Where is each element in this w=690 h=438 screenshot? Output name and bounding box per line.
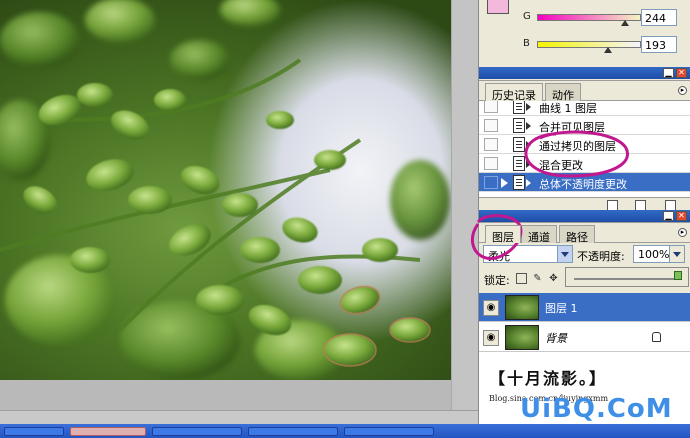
history-item-label: 通过拷贝的图层 [539, 140, 616, 153]
palette-menu-icon[interactable]: ▸ [678, 228, 687, 237]
history-state-icon [513, 175, 525, 190]
canvas-horizontal-scrollbar[interactable] [0, 410, 478, 424]
taskbar-item[interactable] [152, 427, 242, 436]
brand-title: 【十月流影。】 [489, 369, 608, 388]
g-slider-row: G 244 [517, 9, 687, 27]
history-item[interactable]: 通过拷贝的图层 [479, 135, 690, 154]
taskbar-item[interactable] [70, 427, 146, 436]
history-state-marker-icon[interactable] [501, 178, 508, 188]
history-snapshot-box[interactable] [484, 157, 498, 170]
history-panel: 历史记录 动作 ▸ 曲线 1 图层 合并可见图层 通过拷贝的图层 混合更改 总体… [479, 80, 690, 213]
b-value-field[interactable]: 193 [641, 36, 677, 53]
history-state-icon [513, 118, 525, 133]
tab-layers[interactable]: 图层 [485, 225, 521, 244]
taskbar [0, 424, 690, 438]
tab-history[interactable]: 历史记录 [485, 83, 543, 102]
taskbar-item[interactable] [248, 427, 338, 436]
taskbar-item[interactable] [4, 427, 64, 436]
g-slider-thumb[interactable] [621, 20, 629, 26]
b-slider-thumb[interactable] [604, 47, 612, 53]
blend-mode-value: 柔光 [488, 250, 510, 263]
tab-channels[interactable]: 通道 [521, 225, 557, 244]
history-step-arrow-icon [526, 160, 531, 168]
taskbar-item[interactable] [344, 427, 434, 436]
b-label: B [523, 38, 530, 49]
canvas-vertical-gutter [451, 0, 478, 410]
lock-position-move-icon[interactable]: ✥ [548, 273, 559, 284]
history-step-arrow-icon [526, 122, 531, 130]
history-list: 曲线 1 图层 合并可见图层 通过拷贝的图层 混合更改 总体不透明度更改 [479, 99, 690, 197]
close-icon[interactable]: ✕ [676, 211, 687, 221]
chevron-down-icon[interactable] [557, 246, 572, 262]
b-slider-row: B 193 [517, 36, 687, 54]
history-state-icon [513, 137, 525, 152]
tab-paths[interactable]: 路径 [559, 225, 595, 244]
history-palette-titlebar[interactable]: ▁ ✕ [479, 67, 690, 79]
history-item-label: 混合更改 [539, 159, 583, 172]
photoshop-window: G 244 B 193 ▁ ✕ 历史记录 动作 ▸ 曲线 1 图层 合并可见图层… [0, 0, 690, 438]
opacity-input[interactable]: 100% [633, 245, 685, 263]
layer-thumbnail [505, 325, 539, 350]
opacity-value: 100% [638, 248, 670, 261]
layer-name: 图层 1 [545, 302, 578, 315]
close-icon[interactable]: ✕ [676, 68, 687, 78]
layers-tabs: 图层 通道 路径 ▸ [479, 223, 690, 244]
opacity-label: 不透明度: [577, 250, 625, 263]
panel-dock: G 244 B 193 ▁ ✕ 历史记录 动作 ▸ 曲线 1 图层 合并可见图层… [478, 0, 690, 438]
history-item-label: 曲线 1 图层 [539, 102, 597, 115]
layer-name: 背景 [545, 332, 567, 345]
layers-palette-titlebar[interactable]: ▁ ✕ [479, 210, 690, 222]
opacity-slider-track[interactable] [574, 278, 680, 280]
document-canvas-image[interactable] [0, 0, 451, 380]
layer-row-selected[interactable]: ◉ 图层 1 [479, 293, 690, 322]
opacity-slider-thumb[interactable] [674, 271, 682, 280]
lock-image-brush-icon[interactable]: ✎ [532, 273, 543, 284]
opacity-slider-popup [565, 267, 689, 287]
g-label: G [523, 11, 531, 22]
canvas-area [0, 0, 478, 438]
eye-icon[interactable]: ◉ [483, 300, 499, 316]
opacity-slider-toggle-icon[interactable] [669, 246, 684, 262]
history-item[interactable]: 合并可见图层 [479, 116, 690, 135]
blend-opacity-row: 柔光 不透明度: 100% [479, 243, 690, 265]
palette-menu-icon[interactable]: ▸ [678, 86, 687, 95]
history-snapshot-box[interactable] [484, 138, 498, 151]
history-snapshot-box[interactable] [484, 119, 498, 132]
history-snapshot-box[interactable] [484, 176, 498, 189]
blend-mode-select[interactable]: 柔光 [483, 245, 573, 263]
lock-label: 锁定: [484, 274, 510, 287]
minimize-icon[interactable]: ▁ [663, 211, 674, 221]
lock-transparency-icon[interactable] [516, 273, 527, 284]
b-slider[interactable] [537, 41, 641, 48]
minimize-icon[interactable]: ▁ [663, 68, 674, 78]
layer-list: ◉ 图层 1 ◉ 背景 [479, 293, 690, 353]
history-step-arrow-icon [526, 179, 531, 187]
history-item-selected[interactable]: 总体不透明度更改 [479, 173, 690, 192]
lock-row: 锁定: ✎ ✥ [479, 269, 565, 287]
foreground-color-swatch[interactable] [487, 0, 509, 14]
eye-icon[interactable]: ◉ [483, 330, 499, 346]
color-panel: G 244 B 193 [479, 0, 690, 62]
history-item-label: 总体不透明度更改 [539, 178, 627, 191]
layer-row[interactable]: ◉ 背景 [479, 323, 690, 352]
g-value-field[interactable]: 244 [641, 9, 677, 26]
watermark-logo: UiBQ.CoM [520, 394, 673, 424]
history-step-arrow-icon [526, 141, 531, 149]
lock-icon [652, 332, 661, 342]
history-item[interactable]: 混合更改 [479, 154, 690, 173]
history-state-icon [513, 156, 525, 171]
layer-thumbnail [505, 295, 539, 320]
history-step-arrow-icon [526, 103, 531, 111]
history-item-label: 合并可见图层 [539, 121, 605, 134]
plant-photo [0, 0, 450, 380]
